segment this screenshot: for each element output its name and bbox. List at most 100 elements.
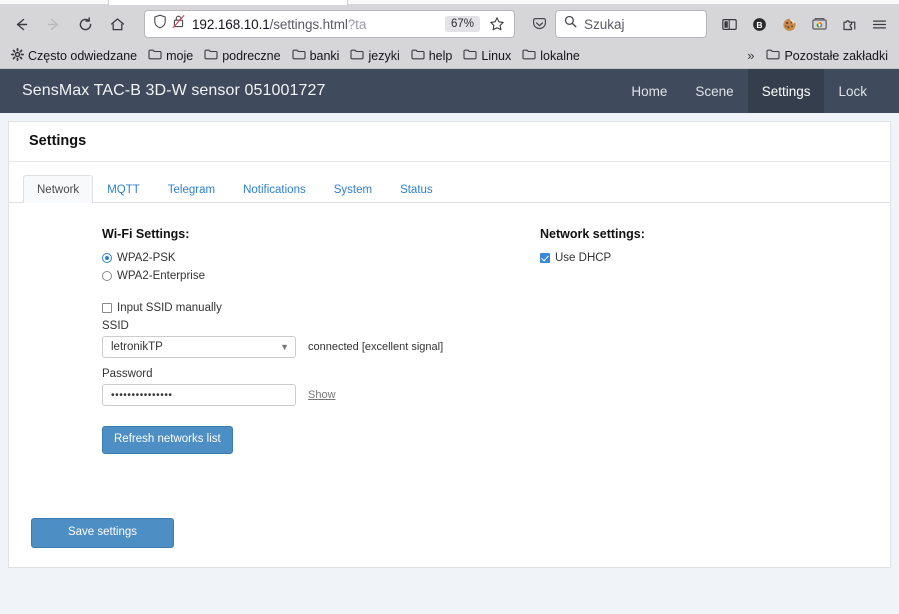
tab-notifications[interactable]: Notifications <box>229 175 320 203</box>
bookmark-label: jezyki <box>368 48 400 63</box>
checkbox-input-ssid-manually-label: Input SSID manually <box>117 302 222 314</box>
refresh-button-wrapper: Refresh networks list <box>102 426 502 454</box>
bookmark-label: moje <box>166 48 194 63</box>
home-button[interactable] <box>102 9 132 39</box>
other-bookmarks[interactable]: Pozostałe zakładki <box>761 46 893 65</box>
sidebar-toggle-icon[interactable] <box>715 9 743 39</box>
folder-icon <box>292 48 306 63</box>
forward-arrow-icon <box>47 18 58 30</box>
star-icon[interactable] <box>484 11 510 37</box>
nav-item-settings[interactable]: Settings <box>747 69 825 113</box>
back-arrow-icon <box>16 18 27 30</box>
checkbox-use-dhcp-box[interactable] <box>540 253 550 263</box>
active-browser-tab[interactable] <box>108 0 348 5</box>
bookmark-label: lokalne <box>540 48 580 63</box>
save-settings-button[interactable]: Save settings <box>31 518 174 548</box>
chevron-down-icon: ▼ <box>280 341 289 352</box>
tab-telegram[interactable]: Telegram <box>154 175 229 203</box>
url-host: 192.168.10.1 <box>192 16 270 32</box>
checkbox-use-dhcp-label: Use DHCP <box>555 252 612 264</box>
reload-button[interactable] <box>70 9 100 39</box>
search-bar[interactable]: Szukaj <box>555 10 707 38</box>
browser-tab-strip[interactable] <box>0 0 899 5</box>
bookmark-label: podreczne <box>222 48 281 63</box>
refresh-networks-button[interactable]: Refresh networks list <box>102 426 233 454</box>
nav-item-home[interactable]: Home <box>617 69 681 113</box>
bitwarden-icon[interactable]: B <box>745 9 773 39</box>
extensions-icon[interactable] <box>835 9 863 39</box>
app-header: SensMax TAC-B 3D-W sensor 051001727 Home… <box>0 69 899 113</box>
url-text[interactable]: 192.168.10.1/settings.html?ta <box>192 17 445 32</box>
tab-network[interactable]: Network <box>23 175 94 203</box>
browser-toolbar: 192.168.10.1/settings.html?ta 67% Szukaj <box>0 5 899 43</box>
home-icon <box>110 17 124 30</box>
nav-item-lock[interactable]: Lock <box>824 69 881 113</box>
bookmark-linux[interactable]: Linux <box>458 46 516 65</box>
gear-icon <box>11 47 24 64</box>
pocket-icon[interactable] <box>525 9 553 39</box>
app-nav: Home Scene Settings Lock <box>617 69 881 113</box>
settings-card: Settings Network MQTT Telegram Notificat… <box>8 121 891 568</box>
settings-tabs: Network MQTT Telegram Notifications Syst… <box>9 162 890 203</box>
checkbox-use-dhcp[interactable]: Use DHCP <box>540 252 840 264</box>
svg-text:B: B <box>756 20 762 30</box>
ssid-select[interactable]: letronikTP ▼ <box>102 336 296 358</box>
radio-wpa2-psk-input[interactable] <box>102 253 112 263</box>
bookmark-lokalne[interactable]: lokalne <box>517 46 585 65</box>
checkbox-input-ssid-manually-box[interactable] <box>102 303 112 313</box>
page-viewport: SensMax TAC-B 3D-W sensor 051001727 Home… <box>0 69 899 613</box>
bookmarks-overflow-chevron[interactable]: » <box>741 46 760 65</box>
bookmark-jezyki[interactable]: jezyki <box>345 46 404 65</box>
shield-icon[interactable] <box>153 14 167 34</box>
url-query: ?ta <box>347 16 367 32</box>
back-button[interactable] <box>6 9 36 39</box>
ssid-label: SSID <box>102 320 129 332</box>
bookmark-frequent[interactable]: Często odwiedzane <box>6 46 142 66</box>
folder-icon <box>148 48 162 63</box>
radio-wpa2-enterprise-label: WPA2-Enterprise <box>117 270 205 282</box>
radio-wpa2-enterprise[interactable]: WPA2-Enterprise <box>102 270 502 282</box>
chrome-sync-icon[interactable] <box>805 9 833 39</box>
tab-status[interactable]: Status <box>386 175 447 203</box>
network-settings-column: Network settings: Use DHCP <box>540 227 840 270</box>
forward-button <box>38 9 68 39</box>
network-settings-heading: Network settings: <box>540 227 645 241</box>
bookmark-label: help <box>428 48 453 63</box>
zoom-level-badge[interactable]: 67% <box>444 16 480 32</box>
form-spacer <box>102 358 502 368</box>
tab-mqtt[interactable]: MQTT <box>93 175 154 203</box>
bookmark-label: banki <box>309 48 340 63</box>
url-bar[interactable]: 192.168.10.1/settings.html?ta 67% <box>144 10 515 38</box>
password-label: Password <box>102 368 153 380</box>
wifi-settings-heading: Wi-Fi Settings: <box>102 227 190 241</box>
folder-icon <box>350 48 365 63</box>
other-bookmarks-label: Pozostałe zakładki <box>784 48 888 63</box>
nav-item-scene[interactable]: Scene <box>681 69 747 113</box>
radio-wpa2-psk[interactable]: WPA2-PSK <box>102 252 502 264</box>
radio-wpa2-enterprise-input[interactable] <box>102 271 112 281</box>
bookmark-help[interactable]: help <box>406 46 458 65</box>
checkbox-input-ssid-manually[interactable]: Input SSID manually <box>102 302 502 314</box>
app-menu-icon[interactable] <box>865 9 893 39</box>
lock-slashed-icon[interactable] <box>172 14 185 34</box>
app-title: SensMax TAC-B 3D-W sensor 051001727 <box>22 82 326 99</box>
bookmark-label: Linux <box>481 48 512 63</box>
bookmark-banki[interactable]: banki <box>287 46 345 65</box>
folder-icon <box>411 48 425 63</box>
ssid-row: letronikTP ▼ connected [excellent signal… <box>102 336 502 358</box>
password-input[interactable]: ••••••••••••••• <box>102 384 296 406</box>
search-input[interactable]: Szukaj <box>584 17 625 32</box>
search-icon <box>564 15 577 33</box>
ssid-selected-value: letronikTP <box>111 341 163 353</box>
password-row: ••••••••••••••• Show <box>102 384 502 406</box>
radio-wpa2-psk-label: WPA2-PSK <box>117 252 176 264</box>
bookmark-moje[interactable]: moje <box>143 46 198 65</box>
tab-system[interactable]: System <box>320 175 386 203</box>
cookie-icon[interactable] <box>775 9 803 39</box>
show-password-link[interactable]: Show <box>308 389 336 401</box>
page-title: Settings <box>29 133 87 149</box>
url-path: /settings.html <box>269 16 348 32</box>
bookmark-podreczne[interactable]: podreczne <box>199 46 285 65</box>
form-spacer <box>102 288 502 302</box>
ssid-connection-status: connected [excellent signal] <box>308 341 444 353</box>
